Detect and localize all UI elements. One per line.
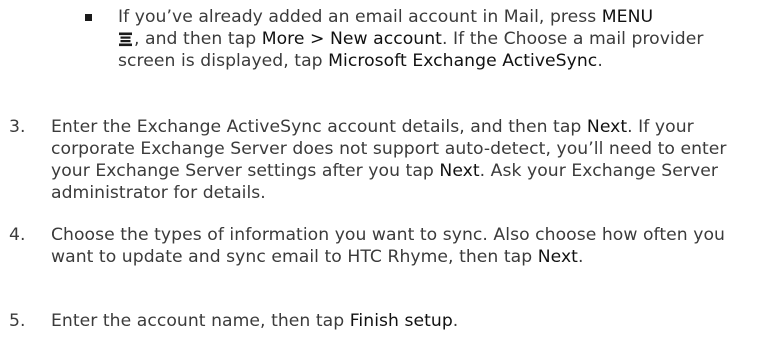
step-text: Enter the account name, then tap Finish … bbox=[51, 310, 756, 332]
menu-key-label: MENU bbox=[601, 7, 654, 27]
next-label: Next bbox=[586, 117, 628, 137]
step-4-text-1: Choose the types of information you want… bbox=[51, 225, 725, 267]
exchange-activesync-label: Microsoft Exchange ActiveSync bbox=[328, 51, 598, 71]
menu-icon bbox=[119, 32, 132, 47]
bullet-text-1: If you’ve already added an email account… bbox=[118, 7, 602, 27]
step-5-text-2: . bbox=[452, 311, 459, 331]
step-5-text-1: Enter the account name, then tap bbox=[51, 311, 350, 331]
manual-page: If you’ve already added an email account… bbox=[0, 0, 759, 345]
finish-setup-label: Finish setup bbox=[349, 311, 453, 331]
more-new-account-label: More > New account bbox=[261, 29, 442, 49]
next-label: Next bbox=[439, 161, 480, 181]
step-number: 5. bbox=[9, 311, 26, 331]
step-number: 3. bbox=[9, 117, 26, 137]
step-text: Enter the Exchange ActiveSync account de… bbox=[51, 116, 756, 204]
step-number: 4. bbox=[9, 225, 26, 245]
next-label: Next bbox=[537, 247, 578, 267]
bullet-text-4: . bbox=[597, 51, 603, 71]
step-4-text-2: . bbox=[577, 247, 584, 267]
step-3-text-1: Enter the Exchange ActiveSync account de… bbox=[51, 117, 587, 137]
bullet-icon bbox=[85, 14, 92, 21]
bullet-text-2: , and then tap bbox=[134, 29, 262, 49]
bullet-item: If you’ve already added an email account… bbox=[118, 6, 748, 72]
step-text: Choose the types of information you want… bbox=[51, 224, 756, 268]
